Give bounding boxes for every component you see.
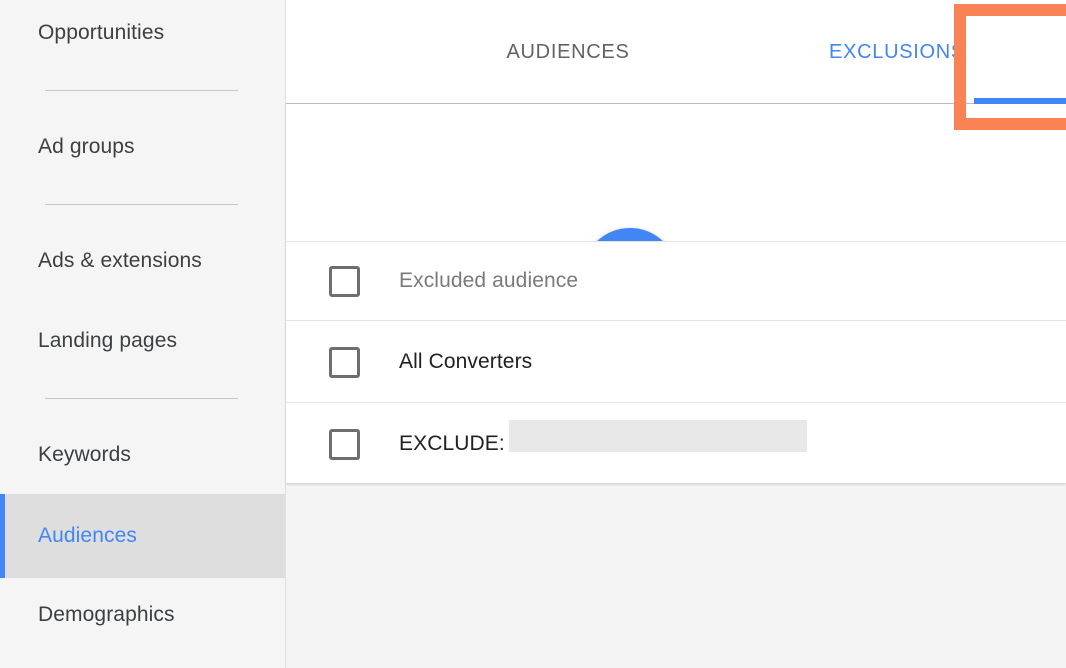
tab-audiences[interactable]: AUDIENCES	[408, 0, 728, 104]
row-checkbox[interactable]	[329, 347, 360, 378]
sidebar-item-landing-pages[interactable]: Landing pages	[0, 318, 286, 364]
main-content: AUDIENCES EXCLUSIONS Excluded audience A…	[286, 0, 1066, 668]
sidebar-item-label: Audiences	[0, 524, 137, 548]
sidebar-item-opportunities[interactable]: Opportunities	[0, 10, 286, 56]
row-checkbox[interactable]	[329, 429, 360, 460]
sidebar-item-label: Demographics	[0, 603, 175, 627]
sidebar-item-audiences[interactable]: Audiences	[0, 494, 286, 578]
tab-label: AUDIENCES	[507, 41, 630, 64]
sidebar-item-label: Ads & extensions	[0, 249, 202, 273]
tab-bar: AUDIENCES EXCLUSIONS	[286, 0, 1066, 104]
sidebar-item-demographics[interactable]: Demographics	[0, 592, 286, 638]
table-row[interactable]: All Converters	[286, 320, 1066, 402]
sidebar-item-ads-extensions[interactable]: Ads & extensions	[0, 238, 286, 284]
card-bottom-divider	[286, 483, 1066, 484]
sidebar-item-label: Keywords	[0, 443, 131, 467]
sidebar-navigation: Opportunities Ad groups Ads & extensions…	[0, 0, 286, 668]
sidebar-item-label: Opportunities	[0, 21, 164, 45]
row-label: EXCLUDE:	[399, 432, 505, 456]
tab-exclusions[interactable]: EXCLUSIONS	[728, 0, 1066, 104]
sidebar-item-ad-groups[interactable]: Ad groups	[0, 124, 286, 170]
tab-label: EXCLUSIONS	[829, 41, 965, 64]
sidebar-divider	[45, 204, 238, 205]
app-root: Opportunities Ad groups Ads & extensions…	[0, 0, 1066, 668]
exclusions-panel: Excluded audience All Converters EXCLUDE…	[286, 104, 1066, 484]
sidebar-divider	[45, 398, 238, 399]
row-label: All Converters	[399, 350, 532, 374]
column-header-excluded-audience: Excluded audience	[399, 269, 578, 293]
sidebar-item-label: Ad groups	[0, 135, 135, 159]
sidebar-item-keywords[interactable]: Keywords	[0, 432, 286, 478]
table-header-row: Excluded audience	[286, 241, 1066, 320]
table-row[interactable]: EXCLUDE:	[286, 402, 1066, 484]
redacted-value-block	[509, 420, 807, 452]
sidebar-item-label: Landing pages	[0, 329, 177, 353]
sidebar-divider	[45, 90, 238, 91]
select-all-checkbox[interactable]	[329, 266, 360, 297]
